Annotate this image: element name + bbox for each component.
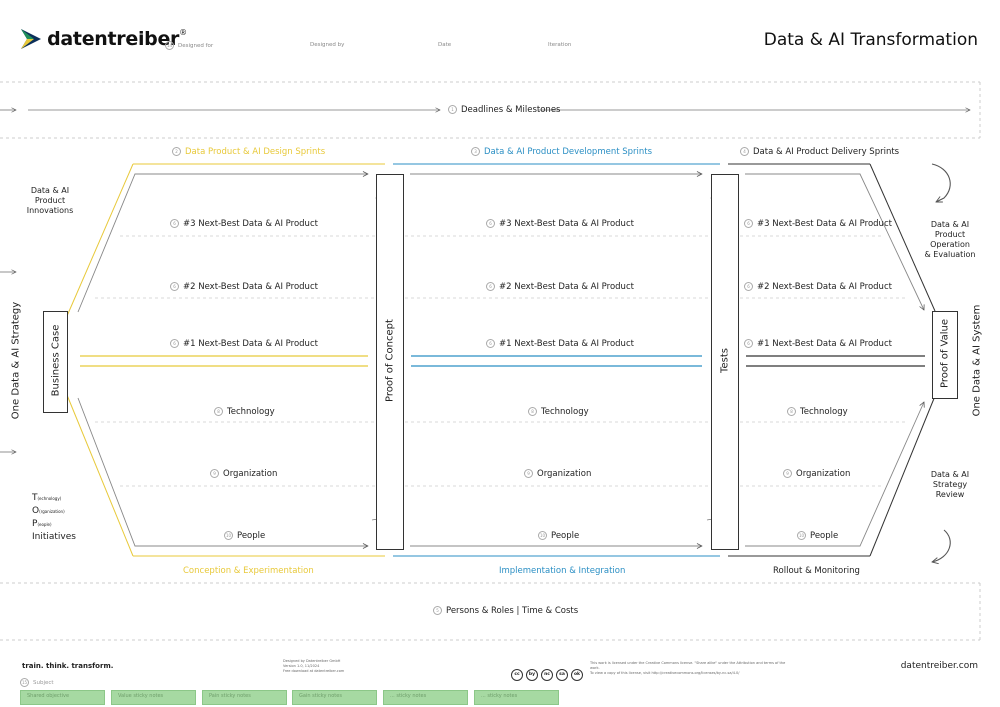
develop-row-technology[interactable]: 8 Technology (528, 407, 589, 417)
design-row-p1[interactable]: 6 #1 Next-Best Data & AI Product (170, 339, 318, 349)
sticky-pain[interactable]: Pain sticky notes (202, 690, 287, 705)
stage-delivery-bottom-label[interactable]: Rollout & Monitoring (773, 566, 860, 576)
ok-icon: ok (571, 669, 583, 681)
stage-design-top-label[interactable]: 2 Data Product & AI Design Sprints (172, 147, 325, 157)
section-number-icon: 1 (448, 105, 457, 114)
sticky-shared-objective[interactable]: Shared objective (20, 690, 105, 705)
proof-of-concept-box[interactable]: Proof of Concept (376, 174, 404, 550)
sticky-other[interactable]: ... sticky notes (383, 690, 468, 705)
cc-icon: cc (511, 669, 523, 681)
stage-develop-bottom-label[interactable]: Implementation & Integration (499, 566, 625, 576)
strategy-review-label[interactable]: Data & AI Strategy Review (920, 470, 980, 500)
review-loop-icon (932, 529, 951, 562)
sticky-gain[interactable]: Gain sticky notes (292, 690, 377, 705)
subject-field[interactable]: 15 Subject (20, 678, 54, 687)
design-row-organization[interactable]: 9 Organization (210, 469, 277, 479)
develop-row-p1[interactable]: 6 #1 Next-Best Data & AI Product (486, 339, 634, 349)
site-link[interactable]: datentreiber.com (901, 661, 978, 671)
todp-initiatives-label[interactable]: T(echnology) O(rganization) P(eople) Ini… (32, 492, 76, 543)
license-text: This work is licensed under the Creative… (590, 661, 786, 675)
delivery-row-p1[interactable]: 6 #1 Next-Best Data & AI Product (744, 339, 892, 349)
stage-design-bottom-label[interactable]: Conception & Experimentation (183, 566, 314, 576)
design-left-bottom-edge (66, 394, 134, 557)
license-icons: cc by nc sa ok (511, 660, 586, 681)
business-case-box[interactable]: Business Case (43, 311, 68, 413)
delivery-row-p2[interactable]: 6 #2 Next-Best Data & AI Product (744, 282, 892, 292)
sticky-more[interactable]: ... sticky notes (474, 690, 559, 705)
persons-roles-label[interactable]: 5 Persons & Roles | Time & Costs (433, 606, 578, 616)
timeline-label[interactable]: 1 Deadlines & Milestones (448, 105, 560, 115)
sticky-value[interactable]: Value sticky notes (111, 690, 196, 705)
develop-row-p2[interactable]: 6 #2 Next-Best Data & AI Product (486, 282, 634, 292)
proof-of-value-box[interactable]: Proof of Value (932, 311, 958, 399)
proof-of-value-label: Proof of Value (939, 319, 951, 388)
operation-loop-icon (931, 163, 951, 203)
one-system-label: One Data & AI System (971, 304, 983, 417)
delivery-row-people[interactable]: 10 People (797, 531, 838, 541)
tests-label: Tests (719, 348, 731, 373)
delivery-row-organization[interactable]: 9 Organization (783, 469, 850, 479)
nc-icon: nc (541, 669, 553, 681)
business-case-label: Business Case (50, 324, 62, 397)
design-row-p2[interactable]: 6 #2 Next-Best Data & AI Product (170, 282, 318, 292)
develop-row-people[interactable]: 10 People (538, 531, 579, 541)
develop-row-organization[interactable]: 9 Organization (524, 469, 591, 479)
tagline: train. think. transform. (22, 662, 114, 670)
product-operation-label[interactable]: Data & AI Product Operation & Evaluation (920, 220, 980, 260)
design-row-technology[interactable]: 8 Technology (214, 407, 275, 417)
proof-of-concept-label: Proof of Concept (384, 319, 396, 402)
credit-text: Designed by Datentreiber GmbH Version 1.0… (283, 659, 345, 673)
develop-row-p3[interactable]: 6 #3 Next-Best Data & AI Product (486, 219, 634, 229)
product-innovations-label[interactable]: Data & AI Product Innovations (20, 186, 80, 216)
design-row-p3[interactable]: 6 #3 Next-Best Data & AI Product (170, 219, 318, 229)
delivery-row-technology[interactable]: 8 Technology (787, 407, 848, 417)
one-strategy-label: One Data & AI Strategy (10, 301, 22, 420)
stage-develop-top-label[interactable]: 3 Data & AI Product Development Sprints (471, 147, 652, 157)
sa-icon: sa (556, 669, 568, 681)
by-icon: by (526, 669, 538, 681)
row-separators (95, 235, 905, 487)
tests-box[interactable]: Tests (711, 174, 739, 550)
stage-delivery-top-label[interactable]: 4 Data & AI Product Delivery Sprints (740, 147, 899, 157)
subject-number-icon: 15 (20, 678, 29, 687)
delivery-row-p3[interactable]: 6 #3 Next-Best Data & AI Product (744, 219, 892, 229)
design-row-people[interactable]: 10 People (224, 531, 265, 541)
